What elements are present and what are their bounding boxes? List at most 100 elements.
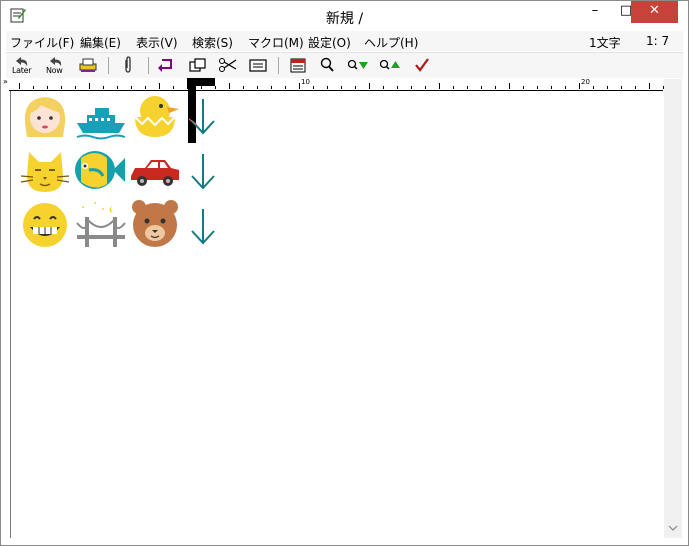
- checkmark-icon: [415, 58, 429, 72]
- toolbar-separator: [148, 57, 149, 74]
- ruler-tick: [257, 86, 258, 89]
- bear-face-icon: [132, 200, 178, 247]
- ruler-tick: [383, 86, 384, 89]
- ruler-tick: [649, 83, 650, 89]
- ruler-tick: [495, 86, 496, 89]
- ruler-tick: [313, 86, 314, 89]
- ruler-tick: [593, 86, 594, 89]
- ruler-tick: [355, 86, 356, 89]
- vertical-scrollbar[interactable]: [664, 79, 682, 538]
- menu-edit[interactable]: 編集(E): [80, 34, 121, 51]
- ruler-tick: [33, 86, 34, 89]
- copy-button[interactable]: [186, 55, 210, 76]
- ruler-start-marker: »: [3, 77, 8, 86]
- ruler-tick: [523, 86, 524, 89]
- ruler-tick: [369, 83, 370, 89]
- print-button[interactable]: [76, 55, 100, 76]
- find-button[interactable]: [316, 55, 340, 76]
- ruler-tick: [117, 86, 118, 89]
- paste-button[interactable]: [246, 55, 270, 76]
- close-button[interactable]: ✕: [631, 1, 678, 23]
- down-arrow-icon: [191, 209, 215, 245]
- calendar-button[interactable]: [286, 55, 310, 76]
- grinning-face-icon: [23, 203, 67, 247]
- frame-icon: [249, 59, 267, 72]
- ruler-tick: [89, 83, 90, 89]
- now-button[interactable]: Now: [44, 55, 68, 76]
- ruler-tick: [411, 86, 412, 89]
- cursor-position-status: 1: 7: [646, 34, 670, 48]
- ruler-tick: [215, 86, 216, 89]
- ruler-tick: [47, 86, 48, 89]
- printer-icon: [79, 58, 97, 72]
- copy-icon: [189, 58, 206, 72]
- cat-face-icon: [20, 152, 70, 192]
- cut-button[interactable]: [216, 55, 240, 76]
- tropical-fish-icon: [75, 151, 125, 189]
- ruler-tick: [607, 86, 608, 89]
- menu-macro[interactable]: マクロ(M): [248, 34, 304, 51]
- return-arrow-icon: [158, 59, 172, 72]
- menu-view[interactable]: 表示(V): [136, 34, 178, 51]
- calendar-icon: [290, 58, 306, 73]
- ruler: » 10 20: [3, 77, 664, 91]
- ruler-tick: [579, 83, 580, 89]
- ruler-tick: [439, 83, 440, 89]
- menu-file[interactable]: ファイル(F): [10, 34, 74, 51]
- ruler-tick: [481, 86, 482, 89]
- attach-button[interactable]: [116, 55, 140, 76]
- return-button[interactable]: [154, 55, 178, 76]
- minimize-button[interactable]: –: [579, 1, 611, 23]
- hatching-chick-icon: [134, 96, 179, 137]
- car-icon: [131, 160, 179, 186]
- ruler-tick: [299, 83, 300, 89]
- scissors-icon: [219, 58, 237, 72]
- find-prev-button[interactable]: [378, 55, 402, 76]
- ruler-tick: [19, 83, 20, 89]
- ruler-tick: [327, 86, 328, 89]
- bridge-at-night-icon: [76, 202, 126, 247]
- ruler-tick: [201, 86, 202, 89]
- down-arrow-icon: [191, 154, 215, 190]
- ruler-tick: [243, 86, 244, 89]
- toolbar-separator: [278, 57, 279, 74]
- editor-window: 新規 / – □ ✕ ファイル(F) 編集(E) 表示(V) 検索(S) マクロ…: [0, 0, 689, 546]
- ruler-tick: [61, 86, 62, 89]
- menu-settings[interactable]: 設定(O): [308, 34, 351, 51]
- menu-help[interactable]: ヘルプ(H): [364, 34, 418, 51]
- ruler-tick: [565, 86, 566, 89]
- ruler-tick: [75, 86, 76, 89]
- ruler-tick: [285, 86, 286, 89]
- char-count-status: 1文字: [589, 36, 621, 50]
- ruler-tick: [229, 83, 230, 89]
- ruler-label-20: 20: [581, 78, 590, 86]
- down-arrow-icon: [189, 99, 215, 135]
- ruler-tick: [509, 83, 510, 89]
- toolbar: Later Now: [6, 52, 683, 78]
- check-button[interactable]: [410, 55, 434, 76]
- later-button[interactable]: Later: [10, 55, 34, 76]
- paperclip-icon: [125, 56, 131, 73]
- ruler-tick: [635, 86, 636, 89]
- ruler-tick: [467, 86, 468, 89]
- ruler-tick: [453, 86, 454, 89]
- ruler-tick: [397, 86, 398, 89]
- woman-face-icon: [24, 97, 66, 137]
- ruler-tick: [271, 86, 272, 89]
- menu-search[interactable]: 検索(S): [192, 34, 233, 51]
- toolbar-separator: [108, 57, 109, 74]
- ruler-tick: [341, 86, 342, 89]
- ruler-tick: [103, 86, 104, 89]
- ruler-tick: [425, 86, 426, 89]
- ruler-tick: [551, 86, 552, 89]
- find-next-button[interactable]: [346, 55, 370, 76]
- ruler-tick: [621, 86, 622, 89]
- ruler-tick: [537, 86, 538, 89]
- title-bar: 新規 / – □ ✕: [1, 1, 688, 31]
- find-up-icon: [379, 59, 400, 70]
- menu-bar: ファイル(F) 編集(E) 表示(V) 検索(S) マクロ(M) 設定(O) ヘ…: [6, 31, 683, 51]
- magnifier-icon: [320, 57, 334, 72]
- ship-icon: [76, 108, 126, 140]
- find-down-icon: [347, 59, 368, 70]
- scroll-down-icon[interactable]: [664, 522, 682, 534]
